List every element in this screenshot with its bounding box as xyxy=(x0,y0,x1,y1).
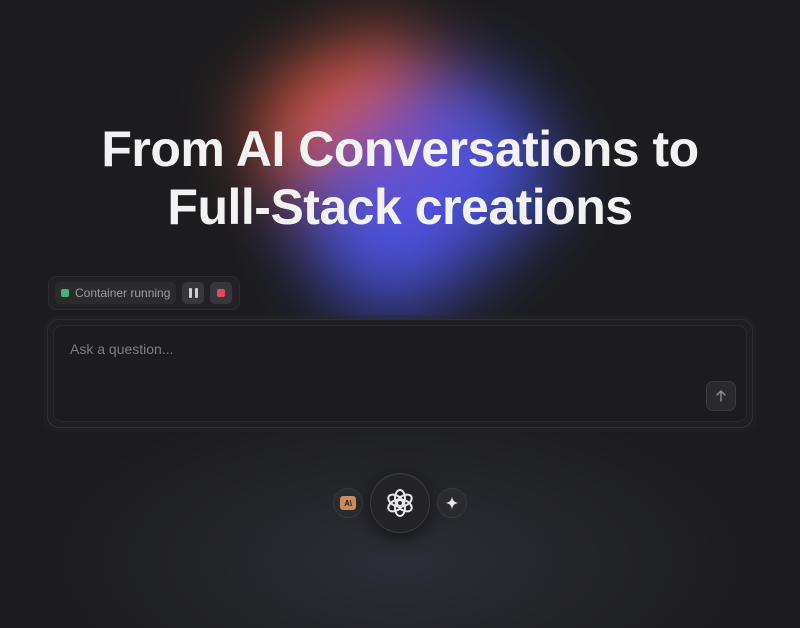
container-status-chip: Container running xyxy=(55,282,177,304)
anthropic-model-button[interactable]: A\ xyxy=(333,488,363,518)
sparkle-icon xyxy=(445,496,459,510)
pause-container-button[interactable] xyxy=(182,282,205,304)
anthropic-icon: A\ xyxy=(340,496,356,510)
status-indicator-icon xyxy=(61,289,69,297)
openai-model-button[interactable] xyxy=(370,473,430,533)
container-status-bar: Container running xyxy=(48,276,240,310)
gemini-model-button[interactable] xyxy=(437,488,467,518)
hero-headline: From AI Conversations to Full-Stack crea… xyxy=(0,120,800,236)
model-switcher: A\ xyxy=(0,473,800,533)
stop-container-button[interactable] xyxy=(210,282,233,304)
hero-headline-line-2: Full-Stack creations xyxy=(167,179,633,235)
openai-icon xyxy=(383,486,417,520)
prompt-input[interactable] xyxy=(68,340,672,358)
send-button[interactable] xyxy=(706,381,736,411)
prompt-composer xyxy=(47,319,753,428)
hero-headline-line-1: From AI Conversations to xyxy=(101,121,699,177)
prompt-input-area xyxy=(53,325,747,422)
arrow-up-icon xyxy=(714,389,728,403)
stop-icon xyxy=(217,289,226,297)
pause-icon xyxy=(188,288,198,298)
container-status-label: Container running xyxy=(75,286,171,300)
